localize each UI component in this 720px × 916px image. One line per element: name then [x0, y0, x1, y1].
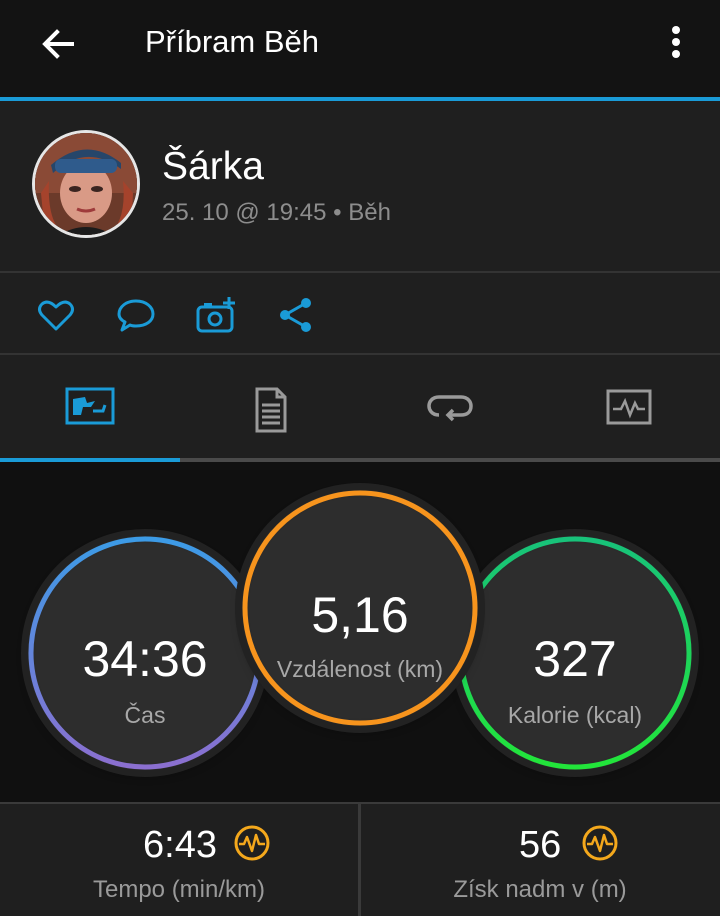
comment-icon	[117, 299, 155, 332]
distance-value: 5,16	[311, 587, 409, 643]
elevation-stat[interactable]: 56 Získ nadm v (m)	[361, 804, 719, 916]
time-summary: 34:36 Čas	[28, 536, 262, 770]
pace-label: Tempo (min/km)	[92, 876, 266, 903]
share-icon	[280, 298, 311, 332]
back-button[interactable]	[38, 24, 78, 64]
tab-laps[interactable]	[360, 355, 540, 458]
avatar[interactable]	[32, 130, 140, 238]
avatar-photo	[35, 133, 137, 235]
laps-icon	[427, 395, 473, 422]
top-app-bar: Příbram Běh	[0, 0, 720, 97]
social-actions-bar	[0, 273, 720, 355]
details-list-icon	[255, 387, 287, 433]
summary-circles: 34:36 Čas 327 Kalorie (kcal) 5,16 Vzdále…	[0, 462, 720, 802]
back-arrow-icon	[42, 29, 74, 59]
elevation-value: 56	[519, 824, 562, 866]
pace-value: 6:43	[143, 824, 217, 866]
tab-details[interactable]	[180, 355, 360, 458]
distance-summary: 5,16 Vzdálenost (km)	[242, 490, 478, 726]
user-name[interactable]: Šárka	[162, 145, 264, 189]
pace-activity-icon	[234, 825, 270, 861]
pace-stat[interactable]: 6:43 Tempo (min/km)	[0, 804, 358, 916]
add-photo-button[interactable]	[196, 295, 236, 335]
comment-button[interactable]	[116, 295, 156, 335]
charts-icon	[606, 389, 652, 425]
time-value: 34:36	[82, 631, 208, 687]
calories-value: 327	[533, 631, 617, 687]
more-options-button[interactable]	[660, 22, 692, 62]
activity-tabs	[0, 355, 720, 458]
time-label: Čas	[124, 702, 166, 728]
elevation-label: Získ nadm v (m)	[453, 876, 627, 903]
elevation-activity-icon	[582, 825, 618, 861]
tab-overview[interactable]	[0, 355, 180, 458]
tab-charts[interactable]	[540, 355, 720, 458]
more-vert-icon	[672, 26, 680, 58]
activity-date-type: 25. 10 @ 19:45 • Běh	[162, 199, 391, 226]
add-photo-icon	[196, 297, 235, 333]
page-title: Příbram Běh	[145, 24, 320, 59]
like-button[interactable]	[36, 295, 76, 335]
share-button[interactable]	[276, 295, 316, 335]
calories-label: Kalorie (kcal)	[507, 702, 643, 728]
calories-summary: 327 Kalorie (kcal)	[458, 536, 692, 770]
activity-header: Šárka 25. 10 @ 19:45 • Běh	[0, 101, 720, 273]
distance-label: Vzdálenost (km)	[276, 656, 444, 682]
heart-icon	[38, 300, 74, 331]
overview-icon	[65, 387, 115, 425]
stats-row: 6:43 Tempo (min/km) 56 Získ nadm v (m)	[0, 802, 720, 916]
